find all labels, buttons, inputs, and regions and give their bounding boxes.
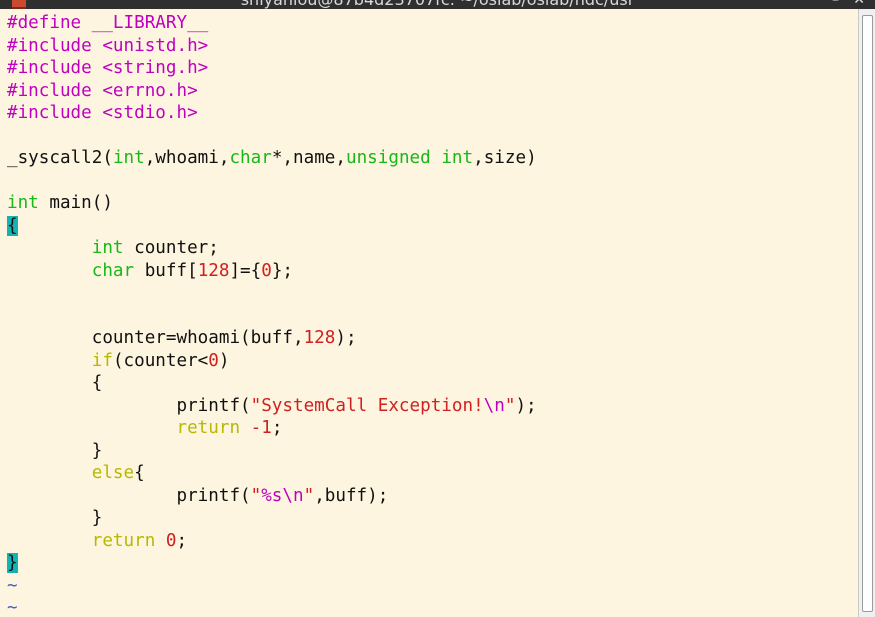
code-token: { — [134, 463, 145, 483]
empty-line-marker: ~ — [7, 598, 18, 617]
code-line: { — [7, 215, 18, 238]
code-token: int — [91, 238, 124, 258]
close-icon: ✕ — [853, 0, 865, 8]
code-line: if(counter<0) — [7, 350, 230, 373]
code-token: 128 — [303, 328, 336, 348]
code-token: char — [229, 148, 272, 168]
close-button[interactable]: ✕ — [853, 0, 865, 8]
code-token: printf( — [7, 395, 251, 416]
code-token: ,size) — [473, 148, 537, 168]
code-line: int counter; — [7, 237, 219, 260]
code-token: ; — [176, 530, 188, 551]
code-token: } — [7, 440, 103, 461]
code-line: return 0; — [7, 530, 187, 553]
code-line: #include <errno.h> — [7, 80, 198, 103]
code-token: } — [7, 508, 103, 528]
code-token: ,buff); — [314, 485, 389, 506]
bracket-match-highlight: } — [7, 553, 18, 573]
code-token: }; — [271, 260, 294, 281]
code-token: 0 — [165, 530, 177, 551]
code-token: buff[ — [134, 260, 198, 281]
code-token: ); — [515, 395, 537, 416]
code-token: printf( — [7, 485, 251, 506]
minimize-button[interactable]: – — [832, 0, 839, 8]
code-token: 0 — [208, 350, 219, 371]
code-line: { — [7, 372, 103, 395]
code-token: main() — [38, 193, 113, 213]
code-token: %s\n — [261, 485, 304, 506]
code-token: ,whoami, — [144, 148, 230, 168]
code-line: char buff[128]={0}; — [7, 260, 293, 283]
code-line: #include <stdio.h> — [7, 102, 198, 125]
code-line: #include <string.h> — [7, 57, 208, 80]
code-token: int — [7, 193, 39, 213]
code-token: \n — [483, 395, 505, 416]
code-token: #define __LIBRARY__ — [7, 13, 209, 33]
bracket-match-highlight: { — [7, 215, 18, 236]
code-line: } — [7, 440, 103, 463]
code-token: return — [91, 530, 156, 551]
code-line: return -1; — [7, 417, 282, 440]
code-token: ); — [335, 328, 357, 348]
code-token: #include <errno.h> — [7, 80, 198, 101]
code-token: counter=whoami(buff, — [7, 328, 304, 348]
minimize-icon: – — [832, 0, 839, 8]
code-token: #include <string.h> — [7, 58, 209, 78]
code-line: ~ — [7, 597, 18, 617]
code-token: if — [91, 350, 113, 371]
vertical-scrollbar[interactable] — [858, 9, 875, 617]
code-line: _syscall2(int,whoami,char*,name,unsigned… — [7, 147, 537, 170]
code-token: 128 — [197, 260, 230, 281]
code-token: else — [91, 463, 135, 483]
code-token: return — [176, 418, 241, 438]
code-token: { — [7, 373, 103, 393]
code-token: " — [504, 395, 516, 416]
code-line: } — [7, 552, 18, 575]
code-token: _syscall2( — [7, 148, 113, 168]
code-line: } — [7, 507, 103, 530]
code-token: ]={ — [229, 260, 262, 281]
code-line: else{ — [7, 462, 145, 485]
code-line: counter=whoami(buff,128); — [7, 327, 357, 350]
terminal-window: shiyanlou@87b4d23707fc: ~/oslab/oslab/hd… — [0, 0, 875, 617]
empty-line-marker: ~ — [7, 575, 18, 596]
code-token: " — [250, 485, 262, 506]
code-token: #include <unistd.h> — [7, 35, 209, 56]
code-token: int — [112, 148, 145, 168]
code-line: #define __LIBRARY__ — [7, 12, 208, 35]
code-line: int main() — [7, 192, 113, 215]
code-line: #include <unistd.h> — [7, 35, 208, 58]
code-token: unsigned int — [346, 148, 474, 168]
code-token: ) — [218, 350, 230, 371]
scrollbar-thumb[interactable] — [862, 15, 873, 612]
code-token: (counter< — [112, 350, 209, 371]
code-line: printf("SystemCall Exception!\n"); — [7, 395, 537, 418]
window-title: shiyanlou@87b4d23707fc: ~/oslab/oslab/hd… — [0, 0, 875, 9]
vim-editor[interactable]: #define __LIBRARY__ #include <unistd.h> #i… — [0, 9, 858, 617]
code-token: -1 — [250, 418, 272, 438]
code-token: "SystemCall Exception! — [250, 395, 484, 416]
code-line: printf("%s\n",buff); — [7, 485, 388, 508]
code-token: *,name, — [271, 148, 346, 168]
code-token: counter; — [123, 238, 219, 258]
code-line: ~ — [7, 575, 18, 598]
code-token: char — [91, 260, 135, 281]
title-bar[interactable]: shiyanlou@87b4d23707fc: ~/oslab/oslab/hd… — [0, 0, 875, 9]
code-token: " — [303, 485, 315, 506]
code-token: 0 — [261, 260, 272, 281]
code-token: ; — [271, 418, 283, 438]
code-token: #include <stdio.h> — [7, 103, 198, 123]
